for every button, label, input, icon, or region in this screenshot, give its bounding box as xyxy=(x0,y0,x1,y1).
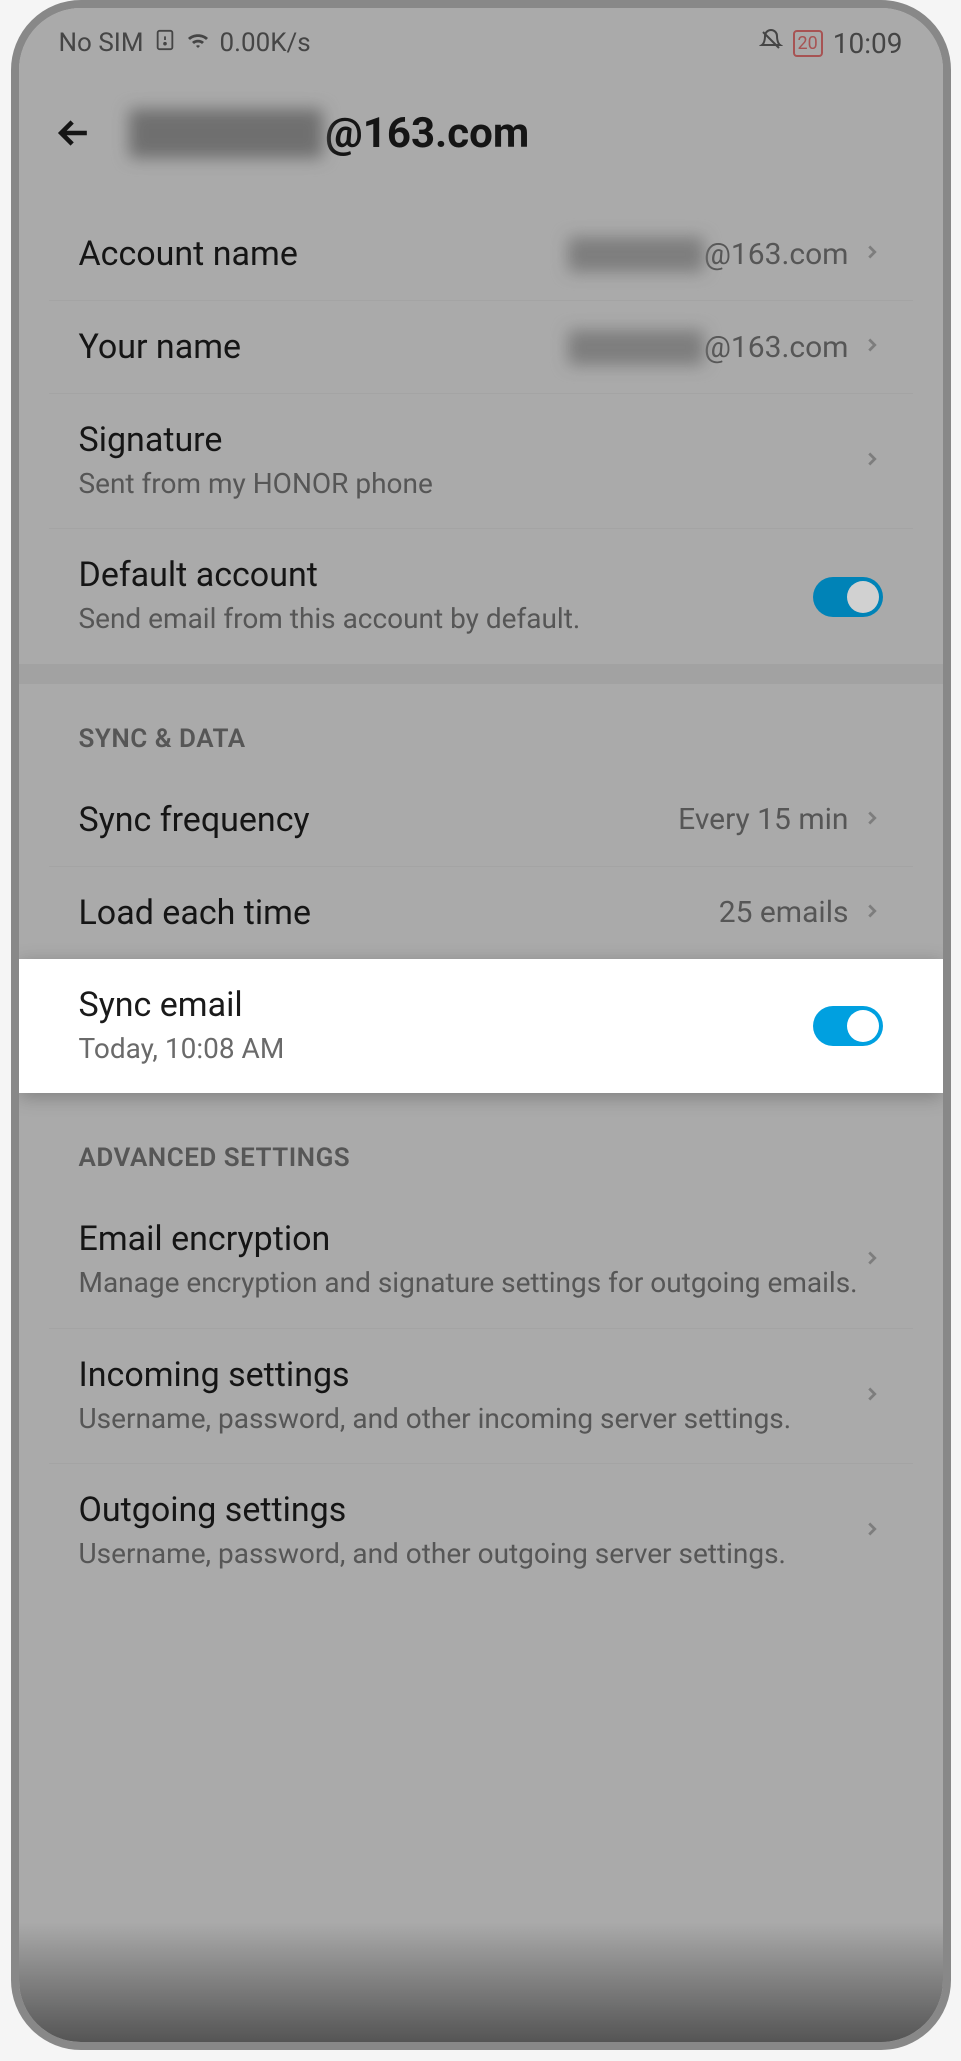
load-each-time-row[interactable]: Load each time 25 emails xyxy=(49,867,913,959)
advanced-settings-header: ADVANCED SETTINGS xyxy=(19,1093,943,1193)
email-encryption-sub: Manage encryption and signature settings… xyxy=(79,1265,861,1301)
incoming-settings-label: Incoming settings xyxy=(79,1355,861,1395)
chevron-right-icon xyxy=(861,1518,883,1544)
incoming-settings-row[interactable]: Incoming settings Username, password, an… xyxy=(49,1329,913,1464)
your-name-value: dxxxxxxxx@163.com xyxy=(568,330,849,365)
outgoing-settings-row[interactable]: Outgoing settings Username, password, an… xyxy=(49,1464,913,1598)
signature-row[interactable]: Signature Sent from my HONOR phone xyxy=(49,394,913,529)
chevron-right-icon xyxy=(861,241,883,267)
default-account-label: Default account xyxy=(79,555,813,595)
outgoing-settings-sub: Username, password, and other outgoing s… xyxy=(79,1536,861,1572)
email-encryption-label: Email encryption xyxy=(79,1219,861,1259)
back-button[interactable] xyxy=(49,108,99,158)
sync-frequency-value: Every 15 min xyxy=(678,802,848,837)
sync-email-toggle[interactable] xyxy=(813,1006,883,1046)
sync-frequency-label: Sync frequency xyxy=(79,800,679,840)
chevron-right-icon xyxy=(861,1383,883,1409)
chevron-right-icon xyxy=(861,900,883,926)
battery-icon: 20 xyxy=(793,30,823,57)
your-name-label: Your name xyxy=(79,327,568,367)
header: dxxxxxxxx@163.com xyxy=(19,78,943,208)
default-account-sub: Send email from this account by default. xyxy=(79,601,813,637)
sync-email-label: Sync email xyxy=(79,985,813,1025)
sync-email-sub: Today, 10:08 AM xyxy=(79,1031,813,1067)
status-bar: No SIM 0.00K/s 20 10:09 xyxy=(19,8,943,78)
sync-email-row[interactable]: Sync email Today, 10:08 AM xyxy=(19,959,943,1093)
sync-frequency-row[interactable]: Sync frequency Every 15 min xyxy=(49,774,913,867)
account-name-label: Account name xyxy=(79,234,568,274)
signature-label: Signature xyxy=(79,420,861,460)
signature-sub: Sent from my HONOR phone xyxy=(79,466,861,502)
sim-warning-icon xyxy=(154,28,176,58)
sync-data-header: SYNC & DATA xyxy=(19,684,943,774)
bottom-shadow xyxy=(19,1922,943,2042)
incoming-settings-sub: Username, password, and other incoming s… xyxy=(79,1401,861,1437)
chevron-right-icon xyxy=(861,448,883,474)
chevron-right-icon xyxy=(861,1247,883,1273)
dnd-icon xyxy=(759,28,783,59)
chevron-right-icon xyxy=(861,334,883,360)
default-account-toggle[interactable] xyxy=(813,577,883,617)
your-name-row[interactable]: Your name dxxxxxxxx@163.com xyxy=(49,301,913,394)
email-encryption-row[interactable]: Email encryption Manage encryption and s… xyxy=(49,1193,913,1328)
data-rate: 0.00K/s xyxy=(220,28,311,58)
clock: 10:09 xyxy=(833,27,903,60)
wifi-icon xyxy=(186,28,210,59)
account-name-value: dxxxxxxxx@163.com xyxy=(568,237,849,272)
outgoing-settings-label: Outgoing settings xyxy=(79,1490,861,1530)
load-each-time-label: Load each time xyxy=(79,893,719,933)
load-each-time-value: 25 emails xyxy=(719,895,849,930)
section-divider xyxy=(19,664,943,684)
sim-status: No SIM xyxy=(59,28,144,58)
default-account-row[interactable]: Default account Send email from this acc… xyxy=(49,529,913,663)
page-title: dxxxxxxxx@163.com xyxy=(129,109,530,158)
account-name-row[interactable]: Account name dxxxxxxxx@163.com xyxy=(49,208,913,301)
chevron-right-icon xyxy=(861,807,883,833)
